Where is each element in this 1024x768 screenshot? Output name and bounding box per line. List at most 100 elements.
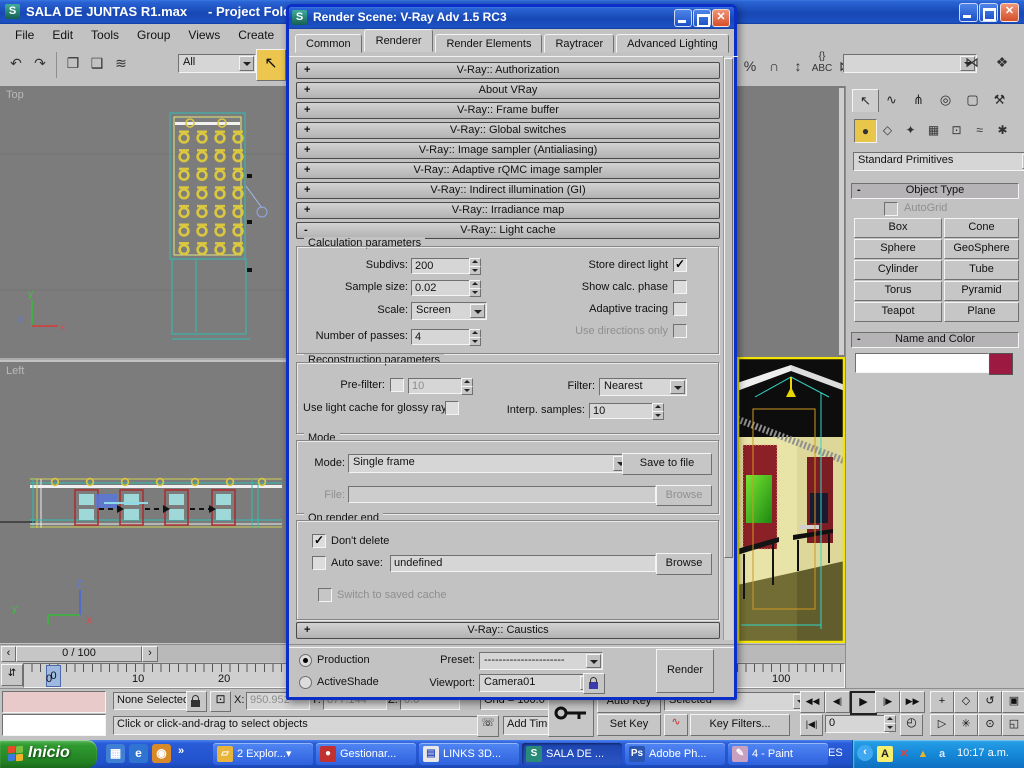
switch-cache-checkbox[interactable] bbox=[318, 588, 332, 602]
time-slider-thumb[interactable]: 0 / 100 bbox=[16, 646, 142, 662]
media-player-icon[interactable]: ◉ bbox=[152, 744, 171, 763]
redo-icon[interactable]: ↷ bbox=[29, 51, 51, 75]
maxscript-recorder[interactable] bbox=[2, 691, 106, 713]
play-button[interactable]: ▶ bbox=[850, 691, 877, 715]
create-plane-button[interactable]: Plane bbox=[944, 302, 1019, 322]
layer-manager-icon[interactable]: ❖ bbox=[991, 50, 1013, 74]
task-adobe-ph-[interactable]: Ps Adobe Ph... bbox=[625, 743, 725, 765]
show-desktop-icon[interactable]: ▦ bbox=[106, 744, 125, 763]
time-config-button[interactable]: ◴ bbox=[900, 714, 923, 736]
menu-edit[interactable]: Edit bbox=[43, 24, 82, 46]
object-type-rollout-header[interactable]: - Object Type bbox=[851, 183, 1019, 199]
render-button[interactable]: Render bbox=[656, 649, 714, 693]
scrollbar-thumb[interactable] bbox=[724, 58, 733, 558]
start-button[interactable]: Inicio bbox=[0, 740, 97, 768]
hierarchy-tab[interactable]: ⋔ bbox=[906, 89, 931, 111]
spacewarps-category[interactable]: ≈ bbox=[969, 119, 990, 141]
task-links-3d-[interactable]: ▤ LINKS 3D... bbox=[419, 743, 519, 765]
named-selection-dropdown[interactable] bbox=[843, 54, 977, 73]
passes-field[interactable]: 4 bbox=[411, 329, 471, 345]
language-indicator[interactable]: ES bbox=[828, 747, 843, 759]
min-max-toggle-icon[interactable]: ◱ bbox=[1002, 714, 1024, 736]
snaps-toggle-icon[interactable]: ∩ bbox=[763, 54, 785, 78]
arc-rotate-icon[interactable]: ⊙ bbox=[978, 714, 1002, 736]
viewport-top-label[interactable]: Top bbox=[6, 89, 24, 101]
create-sphere-button[interactable]: Sphere bbox=[854, 239, 942, 259]
clock[interactable]: 10:17 a.m. bbox=[957, 747, 1009, 759]
name-color-rollout-header[interactable]: - Name and Color bbox=[851, 332, 1019, 348]
shapes-category[interactable]: ◇ bbox=[877, 119, 898, 141]
updater-icon[interactable]: a bbox=[934, 746, 950, 762]
auto-save-field[interactable]: undefined bbox=[390, 555, 656, 572]
tab-renderer[interactable]: Renderer bbox=[363, 29, 434, 52]
task-sala-de-[interactable]: S SALA DE ... bbox=[522, 743, 622, 765]
filter-dropdown[interactable]: Nearest bbox=[599, 378, 687, 396]
interp-field[interactable]: 10 bbox=[589, 403, 655, 419]
selection-lock-button[interactable] bbox=[186, 691, 207, 712]
menu-file[interactable]: File bbox=[6, 24, 43, 46]
activeshade-radio[interactable] bbox=[299, 676, 312, 689]
task-4-paint[interactable]: ✎ 4 - Paint bbox=[728, 743, 828, 765]
task-dropdown-arrow-icon[interactable]: ▾ bbox=[286, 748, 292, 760]
save-to-file-button[interactable]: Save to file bbox=[622, 453, 712, 475]
tray-chevron-icon[interactable]: ‹ bbox=[857, 745, 873, 761]
undo-icon[interactable]: ↶ bbox=[5, 51, 27, 75]
task-gestionar-[interactable]: ● Gestionar... bbox=[316, 743, 416, 765]
tab-raytracer[interactable]: Raytracer bbox=[544, 34, 615, 53]
rollout-v-ray-indirect-illumination-gi-[interactable]: + V-Ray:: Indirect illumination (GI) bbox=[296, 182, 720, 199]
glossy-checkbox[interactable] bbox=[445, 401, 459, 415]
prefilter-field[interactable]: 10 bbox=[408, 378, 464, 394]
object-color-swatch[interactable] bbox=[989, 353, 1013, 375]
curve-icon-button[interactable]: ∿ bbox=[664, 714, 688, 736]
communicator-button[interactable]: ☏ bbox=[477, 715, 499, 737]
viewport-camera01[interactable] bbox=[735, 356, 847, 644]
selection-filter-dropdown[interactable]: All bbox=[178, 54, 256, 73]
utilities-tab[interactable]: ⚒ bbox=[987, 89, 1012, 111]
minimize-button[interactable] bbox=[959, 3, 978, 22]
primitives-dropdown[interactable]: Standard Primitives bbox=[853, 152, 1024, 171]
dialog-scrollbar[interactable] bbox=[723, 56, 733, 640]
create-torus-button[interactable]: Torus bbox=[854, 281, 942, 301]
menu-tools[interactable]: Tools bbox=[82, 24, 128, 46]
file-field[interactable] bbox=[348, 486, 656, 503]
dropdown-arrow-icon[interactable] bbox=[586, 654, 601, 668]
motion-tab[interactable]: ◎ bbox=[933, 89, 958, 111]
time-forward-button[interactable]: › bbox=[142, 646, 158, 662]
rollout-v-ray-irradiance-map[interactable]: + V-Ray:: Irradiance map bbox=[296, 202, 720, 219]
prefilter-checkbox[interactable] bbox=[390, 378, 404, 392]
subdivs-field[interactable]: 200 bbox=[411, 258, 471, 274]
quick-launch-chevron[interactable]: » bbox=[178, 745, 184, 757]
create-box-button[interactable]: Box bbox=[854, 218, 942, 238]
key-filters-button[interactable]: Key Filters... bbox=[690, 714, 790, 736]
geometry-category[interactable]: ● bbox=[854, 119, 877, 143]
viewport-top[interactable]: Top y x z bbox=[0, 86, 289, 360]
select-object-button[interactable]: ↖ bbox=[256, 49, 286, 81]
go-start-button[interactable]: ◀◀ bbox=[800, 691, 825, 713]
create-tube-button[interactable]: Tube bbox=[944, 260, 1019, 280]
alert-shield-icon[interactable]: ▲ bbox=[915, 746, 931, 762]
menu-group[interactable]: Group bbox=[128, 24, 179, 46]
unlink-icon[interactable]: ❑ bbox=[86, 51, 108, 75]
production-radio[interactable] bbox=[299, 654, 312, 667]
rollout-v-ray-authorization[interactable]: + V-Ray:: Authorization bbox=[296, 62, 720, 79]
dropdown-arrow-icon[interactable] bbox=[470, 304, 485, 318]
create-tab[interactable]: ↖ bbox=[852, 89, 879, 112]
tab-advanced-lighting[interactable]: Advanced Lighting bbox=[616, 34, 729, 53]
create-cone-button[interactable]: Cone bbox=[944, 218, 1019, 238]
modify-tab[interactable]: ∿ bbox=[879, 89, 904, 111]
prev-frame-button[interactable]: ◀| bbox=[825, 691, 850, 713]
zoom-icon[interactable]: + bbox=[930, 691, 954, 713]
tab-common[interactable]: Common bbox=[295, 34, 362, 53]
display-tab[interactable]: ▢ bbox=[960, 89, 985, 111]
autogrid-checkbox[interactable] bbox=[884, 202, 898, 216]
menu-create[interactable]: Create bbox=[229, 24, 283, 46]
menu-views[interactable]: Views bbox=[179, 24, 229, 46]
cameras-category[interactable]: ▦ bbox=[923, 119, 944, 141]
current-frame-field[interactable]: 0 bbox=[825, 715, 889, 733]
dialog-close-button[interactable]: ✕ bbox=[712, 9, 730, 27]
systems-category[interactable]: ✱ bbox=[992, 119, 1013, 141]
adaptive-tracing-checkbox[interactable] bbox=[673, 302, 687, 316]
preset-dropdown[interactable]: ---------------------- bbox=[479, 652, 603, 670]
rollout-v-ray-image-sampler-antialiasing-[interactable]: + V-Ray:: Image sampler (Antialiasing) bbox=[296, 142, 720, 159]
create-pyramid-button[interactable]: Pyramid bbox=[944, 281, 1019, 301]
